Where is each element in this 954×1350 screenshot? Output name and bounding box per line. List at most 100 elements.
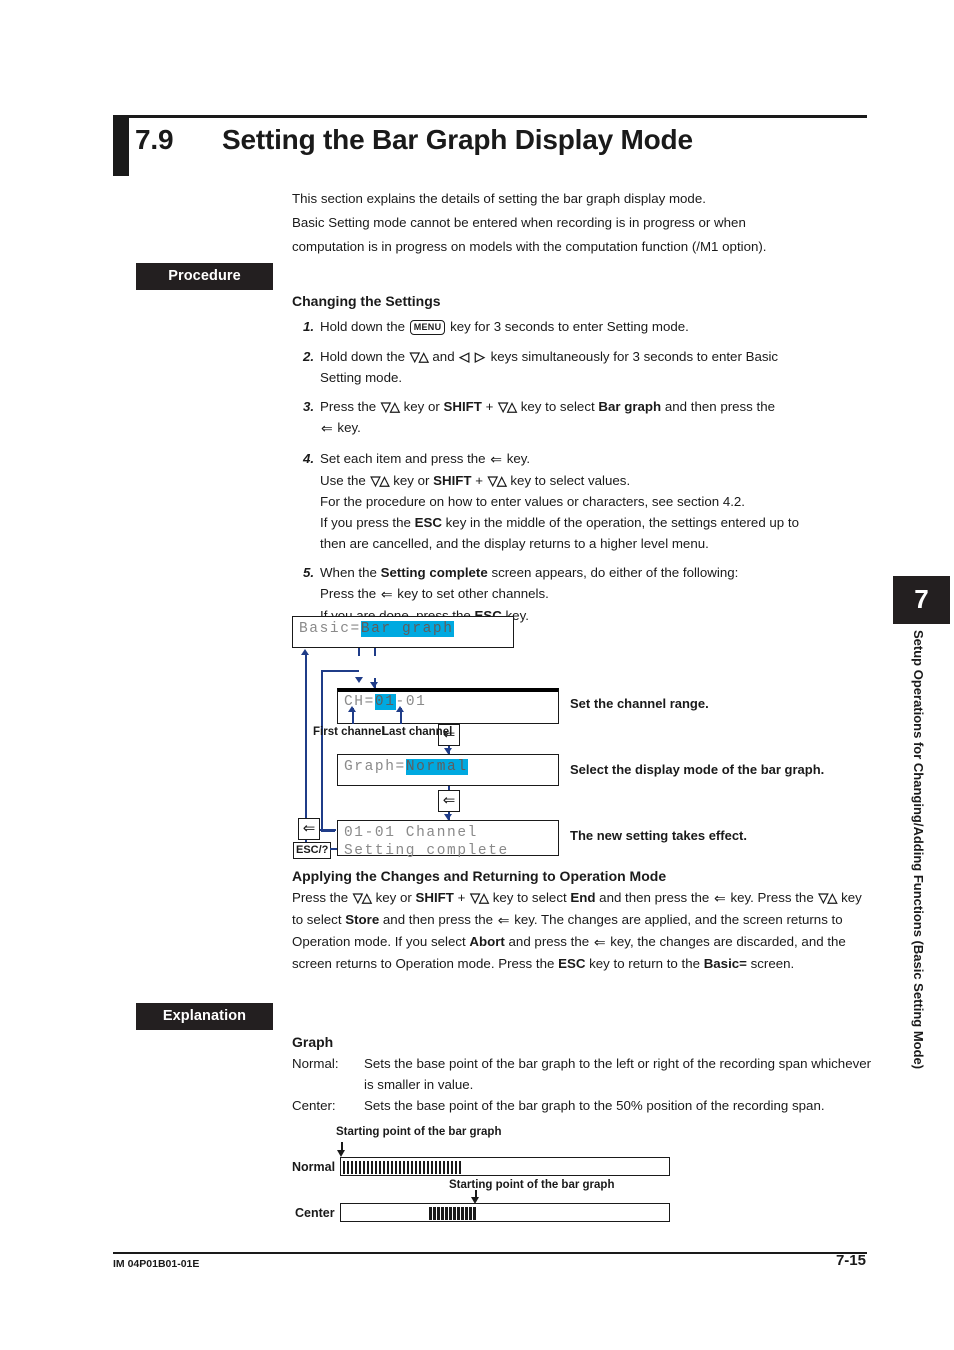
last-channel-label: Last channel — [382, 726, 453, 738]
enter-key-box-2: ⇐ — [438, 790, 460, 812]
lcd-graph-highlight: Normal — [405, 759, 468, 775]
step-4-line-3: For the procedure on how to enter values… — [320, 493, 745, 509]
lcd-basic-highlight: Bar graph — [360, 621, 454, 637]
title-accent-bar — [113, 118, 129, 176]
step-4-body: Set each item and press the ⇐ key. Use t… — [320, 448, 872, 554]
apply-t6: key. Press the — [726, 890, 818, 905]
footer-rule — [113, 1252, 867, 1254]
figure-caption-center: Starting point of the bar graph — [449, 1179, 615, 1191]
step-3-body: Press the ▽△ key or SHIFT + ▽△ key to se… — [320, 396, 872, 439]
flow-line-enter-top-stub — [374, 648, 376, 656]
step-3: 3. Press the ▽△ key or SHIFT + ▽△ key to… — [292, 396, 872, 439]
apply-t10: and press the — [504, 934, 593, 949]
figure-pointer-arrow-normal — [337, 1150, 345, 1157]
step-3-number: 3. — [303, 399, 315, 414]
flow-arrow-first-channel — [348, 706, 356, 712]
updown-key-icon: ▽△ — [470, 890, 489, 905]
figure-bar-fill-center — [429, 1206, 477, 1220]
intro-line-1: This section explains the details of set… — [292, 191, 706, 206]
definition-center-term: Center: — [292, 1098, 336, 1113]
end-option-label: End — [570, 890, 596, 905]
apply-t13: screen. — [746, 956, 795, 971]
step-5-text-c: Press the — [320, 586, 380, 601]
step-4: 4. Set each item and press the ⇐ key. Us… — [292, 448, 872, 554]
updown-key-icon: ▽△ — [380, 399, 400, 414]
definition-center-desc: Sets the base point of the bar graph to … — [364, 1098, 825, 1113]
step-4-text-e: + — [471, 472, 487, 488]
step-3-text-a: Press the — [320, 399, 380, 414]
note-channel-range: Set the channel range. — [570, 696, 709, 711]
settings-flow-diagram: ⇐ ⇐ ⇐ ESC/? Basic=Bar graph CH=01-01 Gra… — [292, 608, 872, 859]
apply-t12: key to return to the — [585, 956, 704, 971]
apply-t4: key to select — [489, 890, 571, 905]
enter-key-icon: ⇐ — [380, 586, 393, 602]
apply-t8: and then press the — [379, 912, 497, 927]
step-1-number: 1. — [303, 319, 315, 334]
intro-line-3: computation is in progress on models wit… — [292, 239, 767, 254]
bar-graph-figure: Starting point of the bar graph Normal S… — [292, 1124, 712, 1222]
step-2-number: 2. — [303, 348, 315, 364]
step-1-text-a: Hold down the — [320, 319, 409, 334]
lcd-basic-prefix: Basic= — [299, 621, 361, 637]
lcd-complete-line-2: Setting complete — [344, 843, 509, 859]
basic-screen-label: Basic= — [703, 956, 747, 971]
footer-page-number: 7-15 — [835, 1252, 866, 1269]
figure-row-label-center: Center — [295, 1206, 335, 1220]
applying-changes-paragraph: Press the ▽△ key or SHIFT + ▽△ key to se… — [292, 887, 872, 974]
enter-key-box-3: ⇐ — [298, 818, 320, 840]
step-1-text-b: key for 3 seconds to enter Setting mode. — [446, 319, 689, 334]
first-channel-label: First channel — [313, 726, 385, 738]
shift-key-label: SHIFT — [443, 399, 482, 414]
setting-complete-label: Setting complete — [380, 565, 488, 580]
updown-key-icon: ▽△ — [818, 890, 837, 905]
figure-row-label-normal: Normal — [292, 1160, 336, 1174]
page-title: Setting the Bar Graph Display Mode — [222, 124, 693, 155]
step-2-line-2: Setting mode. — [320, 369, 403, 385]
store-option-label: Store — [345, 912, 380, 927]
apply-t3: + — [453, 890, 470, 905]
esc-key-label: ESC — [414, 514, 442, 530]
step-5-text-b: screen appears, do either of the followi… — [487, 565, 739, 580]
esc-key-box: ESC/? — [293, 842, 332, 859]
lcd-screen-complete: 01-01 Channel Setting complete — [337, 820, 559, 859]
definition-normal-term: Normal: — [292, 1056, 339, 1071]
apply-t1: Press the — [292, 890, 352, 905]
definition-normal: Normal: Sets the base point of the bar g… — [292, 1053, 872, 1095]
shift-key-label: SHIFT — [433, 472, 472, 488]
graph-definitions: Normal: Sets the base point of the bar g… — [292, 1053, 872, 1116]
note-setting-effect: The new setting takes effect. — [570, 828, 747, 843]
lcd-complete-line-1: 01-01 Channel — [344, 825, 478, 841]
enter-key-icon: ⇐ — [714, 890, 726, 906]
updown-key-icon: ▽△ — [498, 399, 517, 414]
definition-center: Center: Sets the base point of the bar g… — [292, 1095, 872, 1116]
step-4-text-a: Set each item and press the — [320, 450, 490, 466]
step-4-text-d: key or — [389, 472, 434, 488]
flow-line-basic-down — [358, 648, 360, 656]
figure-bar-fill-normal — [343, 1160, 461, 1174]
note-graph-mode: Select the display mode of the bar graph… — [570, 762, 825, 777]
step-5-text-a: When the — [320, 565, 381, 580]
intro-line-2: Basic Setting mode cannot be entered whe… — [292, 215, 746, 230]
step-4-line-5: then are cancelled, and the display retu… — [320, 535, 709, 551]
procedure-section-tag: Procedure — [136, 263, 273, 290]
updown-key-icon: ▽△ — [370, 472, 390, 488]
step-4-text-g: If you press the — [320, 514, 415, 530]
menu-key-icon: MENU — [409, 320, 446, 335]
chapter-side-title: Setup Operations for Changing/Adding Fun… — [911, 630, 926, 1070]
updown-key-icon: ▽△ — [487, 472, 507, 488]
chapter-tab: 7 — [893, 576, 950, 624]
lcd-screen-channel: CH=01-01 — [337, 688, 559, 724]
step-2-body: Hold down the ▽△ and ◁ ▷ keys simultaneo… — [320, 346, 872, 388]
step-2-text-b: and — [428, 348, 459, 364]
manual-page: 7.9 Setting the Bar Graph Display Mode T… — [0, 0, 954, 1350]
figure-bar-outline-center — [340, 1203, 670, 1222]
enter-key-icon: ⇐ — [497, 912, 510, 928]
apply-t5: and then press the — [595, 890, 714, 905]
intro-paragraph: This section explains the details of set… — [292, 188, 872, 260]
step-3-text-d: key to select — [517, 399, 599, 414]
updown-key-icon: ▽△ — [409, 348, 429, 364]
lcd-graph-prefix: Graph= — [344, 759, 406, 775]
step-2-text-a: Hold down the — [320, 348, 409, 364]
flow-arrow-to-basic — [301, 649, 309, 655]
shift-key-label: SHIFT — [415, 890, 454, 905]
